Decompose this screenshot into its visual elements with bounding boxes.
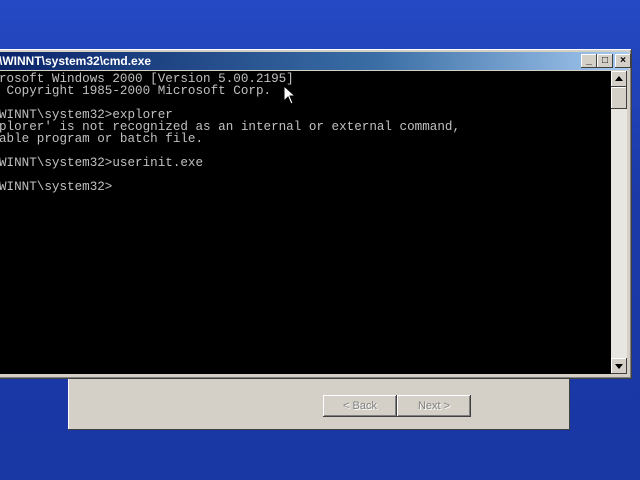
maximize-icon: □: [601, 55, 609, 66]
cmd-window[interactable]: \WINNT\system32\cmd.exe _ □ × rosoft Win…: [0, 49, 632, 379]
triangle-up-icon: [615, 76, 623, 81]
scroll-up-button[interactable]: [611, 71, 627, 87]
close-button[interactable]: ×: [615, 54, 631, 68]
console-line: able program or batch file.: [0, 132, 204, 146]
window-title: \WINNT\system32\cmd.exe: [0, 54, 152, 68]
title-bar[interactable]: \WINNT\system32\cmd.exe _ □ ×: [0, 52, 631, 70]
next-button[interactable]: Next >: [397, 395, 471, 417]
back-button[interactable]: < Back: [323, 395, 397, 417]
vertical-scrollbar[interactable]: [611, 71, 627, 374]
minimize-icon: _: [586, 55, 592, 66]
console-prompt: WINNT\system32>: [0, 180, 113, 194]
scroll-down-button[interactable]: [611, 358, 627, 374]
setup-wizard-panel: < Back Next >: [68, 372, 570, 430]
minimize-button[interactable]: _: [581, 54, 597, 68]
close-icon: ×: [620, 55, 626, 66]
console-output[interactable]: rosoft Windows 2000 [Version 5.00.2195] …: [0, 71, 611, 374]
scroll-thumb[interactable]: [611, 87, 627, 109]
triangle-down-icon: [615, 364, 623, 369]
console-line: WINNT\system32>userinit.exe: [0, 156, 204, 170]
maximize-button[interactable]: □: [597, 54, 613, 68]
console-line: Copyright 1985-2000 Microsoft Corp.: [0, 84, 272, 98]
arrow-pointer-icon: [283, 85, 297, 105]
